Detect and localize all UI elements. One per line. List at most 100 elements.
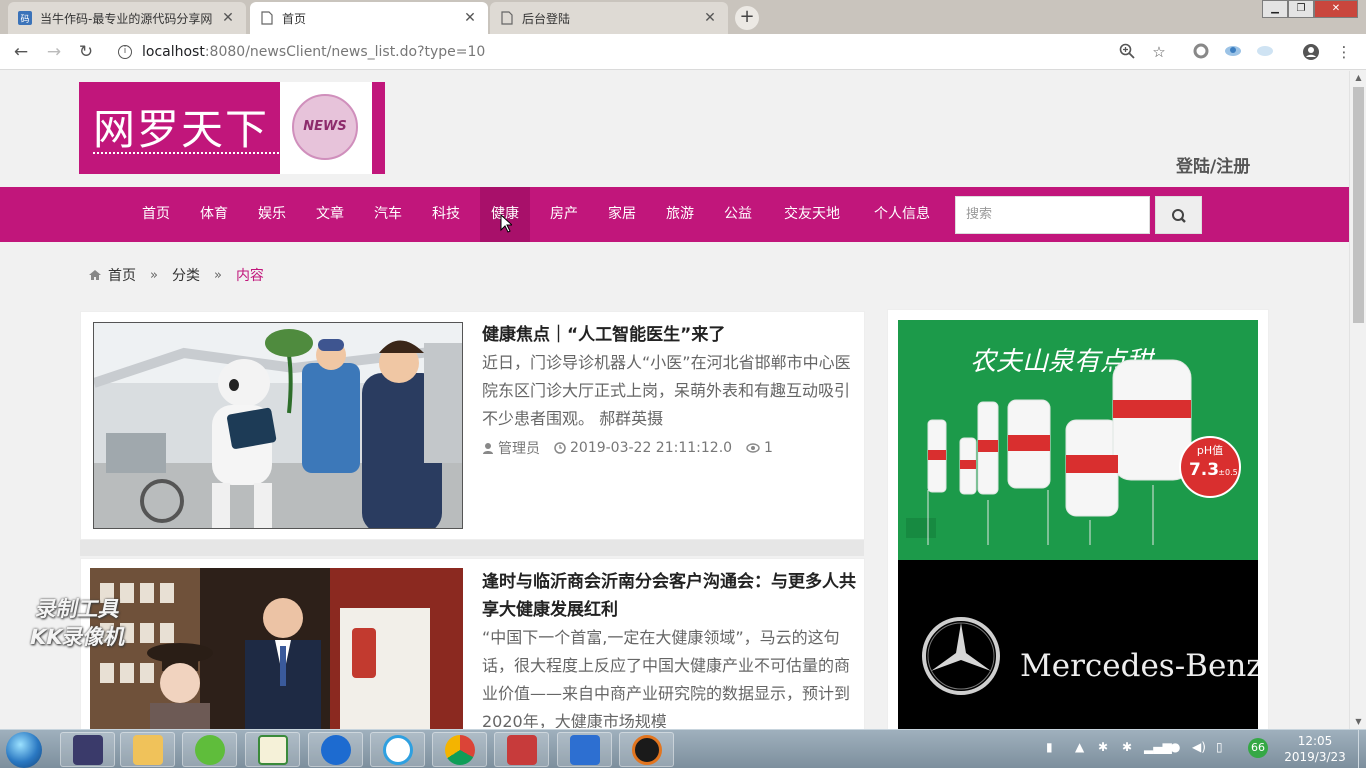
document-icon xyxy=(260,11,274,25)
taskbar-app-course-design[interactable] xyxy=(494,732,549,767)
address-bar[interactable]: i localhost:8080/newsClient/news_list.do… xyxy=(108,38,1148,66)
breadcrumb-current: 内容 xyxy=(235,268,264,284)
close-icon[interactable]: ✕ xyxy=(462,10,478,26)
logo-square-icon: 码 xyxy=(18,11,32,25)
tab-title: 首页 xyxy=(282,11,307,26)
taskbar-app-pinwheel[interactable] xyxy=(370,732,425,767)
ad2-brand: Mercedes-Benz xyxy=(1020,648,1258,684)
article-summary: “中国下一个首富,一定在大健康领域”，马云的这句话，很大程度上反应了中国大健康产… xyxy=(482,628,851,728)
document-icon xyxy=(500,11,514,25)
maximize-button[interactable]: ❐ xyxy=(1288,0,1314,18)
article-author: 管理员 xyxy=(498,441,540,457)
site-logo[interactable]: 网罗天下 NEWS xyxy=(79,82,385,174)
ad-banner-water[interactable]: 农夫山泉有点甜 pH值 7.3 ±0.5 xyxy=(898,320,1258,560)
page-scrollbar[interactable]: ▲ ▼ xyxy=(1349,71,1366,729)
breadcrumb: 首页 » 分类 » 内容 xyxy=(88,265,264,285)
account-icon[interactable] xyxy=(1302,43,1320,61)
window-controls: ▁ ❐ ✕ xyxy=(1262,0,1358,18)
nav-item-articles[interactable]: 文章 xyxy=(302,187,358,242)
taskbar-app-explorer[interactable] xyxy=(120,732,175,767)
back-button[interactable]: ← xyxy=(10,41,32,63)
search-button[interactable] xyxy=(1155,196,1202,234)
device-icon[interactable]: ▯ xyxy=(1216,740,1223,754)
extension-cloud-icon[interactable] xyxy=(1256,43,1274,61)
zoom-icon[interactable] xyxy=(1118,43,1136,61)
minimize-button[interactable]: ▁ xyxy=(1262,0,1288,18)
windows-taskbar: ▮ ▲ ✱ ✱ ▂▄▆ ● ◀) ▯ 66 12:05 2019/3/23 xyxy=(0,729,1366,768)
show-hidden-icons[interactable]: ▲ xyxy=(1075,740,1084,754)
nav-item-auto[interactable]: 汽车 xyxy=(360,187,416,242)
battery-icon[interactable]: ▮ xyxy=(1046,740,1053,754)
svg-text:码: 码 xyxy=(20,14,29,25)
taskbar-app-green[interactable] xyxy=(182,732,237,767)
nav-item-tech[interactable]: 科技 xyxy=(418,187,474,242)
nav-item-travel[interactable]: 旅游 xyxy=(652,187,708,242)
tab-title: 当牛作码-最专业的源代码分享网 xyxy=(40,11,213,26)
network-icon[interactable]: ▂▄▆ xyxy=(1144,740,1172,754)
close-icon[interactable]: ✕ xyxy=(220,10,236,26)
tab-home[interactable]: 首页 ✕ xyxy=(250,2,488,34)
forward-button[interactable]: → xyxy=(43,41,65,63)
article-divider xyxy=(80,540,864,556)
nav-item-realestate[interactable]: 房产 xyxy=(536,187,592,242)
tab-title: 后台登陆 xyxy=(522,11,571,26)
nav-item-entertainment[interactable]: 娱乐 xyxy=(244,187,300,242)
tray-star-icon[interactable]: ✱ xyxy=(1122,740,1132,754)
login-register-link[interactable]: 登陆/注册 xyxy=(1176,152,1250,177)
taskbar-app-javaee-ide[interactable] xyxy=(60,732,115,767)
tray-badge[interactable]: 66 xyxy=(1248,738,1268,758)
ad-banner-mercedes[interactable]: Mercedes-Benz xyxy=(898,560,1258,729)
close-window-button[interactable]: ✕ xyxy=(1314,0,1358,18)
article-meta: 管理员 2019-03-22 21:11:12.0 1 xyxy=(482,438,779,458)
mouse-cursor-icon xyxy=(500,214,512,233)
new-tab-button[interactable]: + xyxy=(735,6,759,30)
info-icon[interactable]: i xyxy=(118,45,132,59)
tray-app-icon[interactable]: ● xyxy=(1170,740,1180,754)
volume-icon[interactable]: ◀) xyxy=(1192,740,1206,754)
nav-item-profile[interactable]: 个人信息 xyxy=(862,187,942,242)
nav-item-home[interactable]: 首页 xyxy=(128,187,184,242)
taskbar-app-chrome[interactable] xyxy=(432,732,487,767)
logo-badge: NEWS xyxy=(280,82,372,174)
start-button[interactable] xyxy=(6,732,42,768)
browser-tab-strip: 码 当牛作码-最专业的源代码分享网 ✕ 首页 ✕ 后台登陆 ✕ + ▁ ❐ ✕ xyxy=(0,0,1366,34)
article-title[interactable]: 逢时与临沂商会沂南分会客户沟通会：与更多人共享大健康发展红利 xyxy=(482,568,860,624)
nav-item-charity[interactable]: 公益 xyxy=(710,187,766,242)
extension-cloud-icon[interactable] xyxy=(1224,43,1242,61)
close-icon[interactable]: ✕ xyxy=(702,10,718,26)
ph-badge-value: 7.3 xyxy=(1189,460,1219,480)
nav-item-social[interactable]: 交友天地 xyxy=(772,187,852,242)
browser-toolbar: ← → ↻ i localhost:8080/newsClient/news_l… xyxy=(0,34,1366,70)
article-title[interactable]: 健康焦点｜“人工智能医生”来了 xyxy=(482,321,862,349)
search-input[interactable]: 搜索 xyxy=(955,196,1150,234)
tab-source-share[interactable]: 码 当牛作码-最专业的源代码分享网 ✕ xyxy=(8,2,246,34)
scrollbar-thumb[interactable] xyxy=(1353,87,1364,323)
breadcrumb-home[interactable]: 首页 xyxy=(108,265,136,285)
article-image[interactable] xyxy=(90,568,463,729)
taskbar-app-teamviewer[interactable] xyxy=(308,732,363,767)
system-clock[interactable]: 12:05 2019/3/23 xyxy=(1272,733,1358,765)
taskbar-app-chart[interactable] xyxy=(245,732,300,767)
taskbar-app-recorder[interactable] xyxy=(619,732,674,767)
watermark-line: KK录像机 xyxy=(27,625,129,649)
article-image[interactable] xyxy=(93,322,463,529)
breadcrumb-category[interactable]: 分类 xyxy=(172,265,200,285)
breadcrumb-separator: » xyxy=(213,267,222,283)
article-summary: 近日，门诊导诊机器人“小医”在河北省邯郸市中心医院东区门诊大厅正式上岗，呆萌外表… xyxy=(482,353,851,428)
taskbar-app-wps[interactable] xyxy=(557,732,612,767)
clock-time: 12:05 xyxy=(1297,734,1333,748)
eye-icon xyxy=(746,443,760,453)
ph-badge-label: pH值 xyxy=(1197,444,1223,457)
show-desktop-button[interactable] xyxy=(1358,730,1366,768)
nav-item-sports[interactable]: 体育 xyxy=(186,187,242,242)
menu-kebab-icon[interactable]: ⋮ xyxy=(1335,43,1353,61)
extension-circle-icon[interactable] xyxy=(1192,43,1210,61)
scroll-up-arrow[interactable]: ▲ xyxy=(1350,71,1366,85)
reload-button[interactable]: ↻ xyxy=(75,41,97,63)
nav-item-home-living[interactable]: 家居 xyxy=(594,187,650,242)
scroll-down-arrow[interactable]: ▼ xyxy=(1350,715,1366,729)
tab-admin-login[interactable]: 后台登陆 ✕ xyxy=(490,2,728,34)
ph-badge-tolerance: ±0.5 xyxy=(1218,468,1237,477)
tray-star-icon[interactable]: ✱ xyxy=(1098,740,1108,754)
bookmark-star-icon[interactable]: ☆ xyxy=(1150,43,1168,61)
